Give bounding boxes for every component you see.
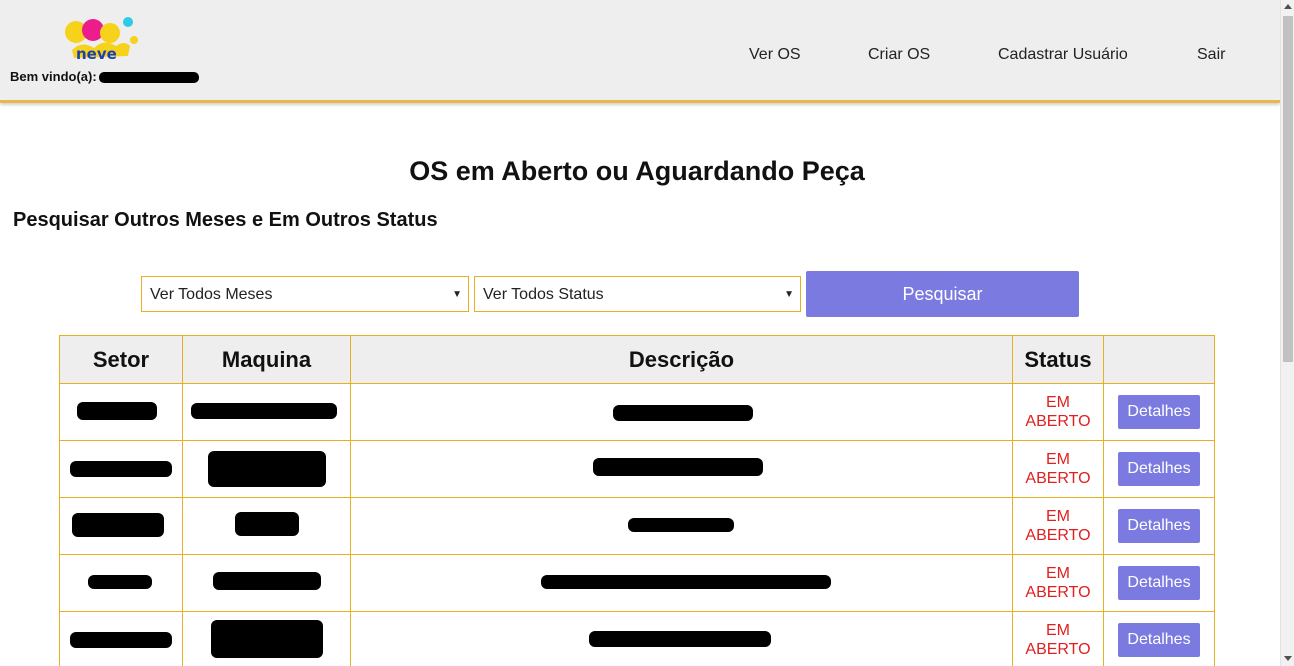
redacted-text bbox=[70, 632, 172, 648]
status-select[interactable]: Ver Todos Status ▼ bbox=[474, 276, 801, 312]
cell-setor bbox=[59, 440, 183, 498]
cell-setor bbox=[59, 383, 183, 441]
redacted-text bbox=[72, 513, 164, 537]
search-button[interactable]: Pesquisar bbox=[806, 271, 1079, 317]
page-title: OS em Aberto ou Aguardando Peça bbox=[409, 156, 865, 186]
status-line2: ABERTO bbox=[1025, 470, 1091, 487]
cell-action: Detalhes bbox=[1103, 554, 1215, 612]
status-cell: EM ABERTO bbox=[1012, 497, 1104, 555]
scroll-thumb[interactable] bbox=[1283, 16, 1293, 362]
table-row: EM ABERTO Detalhes bbox=[59, 497, 1215, 555]
search-subtitle: Pesquisar Outros Meses e Em Outros Statu… bbox=[13, 209, 438, 231]
status-cell: EM ABERTO bbox=[1012, 554, 1104, 612]
welcome-label: Bem vindo(a): bbox=[10, 69, 97, 84]
cell-maquina bbox=[182, 554, 351, 612]
table-header-row: Setor Maquina Descrição Status bbox=[59, 335, 1215, 384]
chevron-down-icon: ▼ bbox=[784, 289, 794, 300]
status-line2: ABERTO bbox=[1025, 584, 1091, 601]
nav-ver-os[interactable]: Ver OS bbox=[749, 46, 801, 64]
table-row: EM ABERTO Detalhes bbox=[59, 554, 1215, 612]
col-header-maquina: Maquina bbox=[182, 335, 351, 384]
cell-descricao bbox=[350, 383, 1013, 441]
details-button[interactable]: Detalhes bbox=[1118, 623, 1200, 657]
redacted-text bbox=[211, 620, 323, 658]
month-select[interactable]: Ver Todos Meses ▼ bbox=[141, 276, 469, 312]
redacted-text bbox=[593, 458, 763, 476]
details-button[interactable]: Detalhes bbox=[1118, 452, 1200, 486]
nav-cadastrar-usuario[interactable]: Cadastrar Usuário bbox=[998, 46, 1128, 64]
redacted-text bbox=[613, 405, 753, 421]
table-row: EM ABERTO Detalhes bbox=[59, 383, 1215, 441]
status-cell: EM ABERTO bbox=[1012, 383, 1104, 441]
col-header-status: Status bbox=[1012, 335, 1104, 384]
redacted-text bbox=[208, 451, 326, 487]
details-button[interactable]: Detalhes bbox=[1118, 395, 1200, 429]
table-row: EM ABERTO Detalhes bbox=[59, 611, 1215, 666]
status-select-value: Ver Todos Status bbox=[483, 286, 604, 303]
cell-setor bbox=[59, 497, 183, 555]
cell-descricao bbox=[350, 554, 1013, 612]
redacted-text bbox=[191, 403, 337, 419]
cell-action: Detalhes bbox=[1103, 611, 1215, 666]
cell-maquina bbox=[182, 611, 351, 666]
status-line1: EM bbox=[1046, 565, 1070, 582]
status-line1: EM bbox=[1046, 394, 1070, 411]
status-line2: ABERTO bbox=[1025, 527, 1091, 544]
page-scrollbar[interactable] bbox=[1280, 0, 1294, 666]
cell-maquina bbox=[182, 497, 351, 555]
col-header-actions bbox=[1103, 335, 1215, 384]
nav-sair[interactable]: Sair bbox=[1197, 46, 1225, 64]
cell-setor bbox=[59, 611, 183, 666]
cell-action: Detalhes bbox=[1103, 383, 1215, 441]
status-line1: EM bbox=[1046, 622, 1070, 639]
redacted-text bbox=[541, 575, 831, 589]
col-header-setor: Setor bbox=[59, 335, 183, 384]
cell-action: Detalhes bbox=[1103, 497, 1215, 555]
redacted-text bbox=[77, 402, 157, 420]
svg-text:neve: neve bbox=[76, 45, 117, 63]
status-line1: EM bbox=[1046, 451, 1070, 468]
details-button[interactable]: Detalhes bbox=[1118, 566, 1200, 600]
chevron-down-icon: ▼ bbox=[452, 289, 462, 300]
os-table: Setor Maquina Descrição Status EM ABERTO … bbox=[59, 335, 1215, 666]
status-line2: ABERTO bbox=[1025, 413, 1091, 430]
redacted-text bbox=[628, 518, 734, 532]
status-cell: EM ABERTO bbox=[1012, 611, 1104, 666]
cell-maquina bbox=[182, 440, 351, 498]
scroll-up-icon[interactable] bbox=[1284, 4, 1292, 9]
status-line2: ABERTO bbox=[1025, 641, 1091, 658]
cell-descricao bbox=[350, 611, 1013, 666]
cell-maquina bbox=[182, 383, 351, 441]
top-header: neve Bem vindo(a): Ver OS Criar OS Cadas… bbox=[0, 0, 1280, 103]
redacted-text bbox=[213, 572, 321, 590]
sol-neve-logo[interactable]: neve bbox=[62, 12, 140, 64]
col-header-descricao: Descrição bbox=[350, 335, 1013, 384]
details-button[interactable]: Detalhes bbox=[1118, 509, 1200, 543]
redacted-username bbox=[98, 72, 199, 84]
scroll-down-icon[interactable] bbox=[1284, 656, 1292, 661]
redacted-text bbox=[70, 461, 172, 477]
status-line1: EM bbox=[1046, 508, 1070, 525]
cell-action: Detalhes bbox=[1103, 440, 1215, 498]
cell-setor bbox=[59, 554, 183, 612]
welcome-text: Bem vindo(a): bbox=[10, 69, 199, 84]
cell-descricao bbox=[350, 440, 1013, 498]
status-cell: EM ABERTO bbox=[1012, 440, 1104, 498]
table-row: EM ABERTO Detalhes bbox=[59, 440, 1215, 498]
redacted-text bbox=[235, 512, 299, 536]
redacted-text bbox=[88, 575, 152, 589]
cell-descricao bbox=[350, 497, 1013, 555]
nav-criar-os[interactable]: Criar OS bbox=[868, 46, 930, 64]
redacted-text bbox=[589, 631, 771, 647]
month-select-value: Ver Todos Meses bbox=[150, 286, 273, 303]
